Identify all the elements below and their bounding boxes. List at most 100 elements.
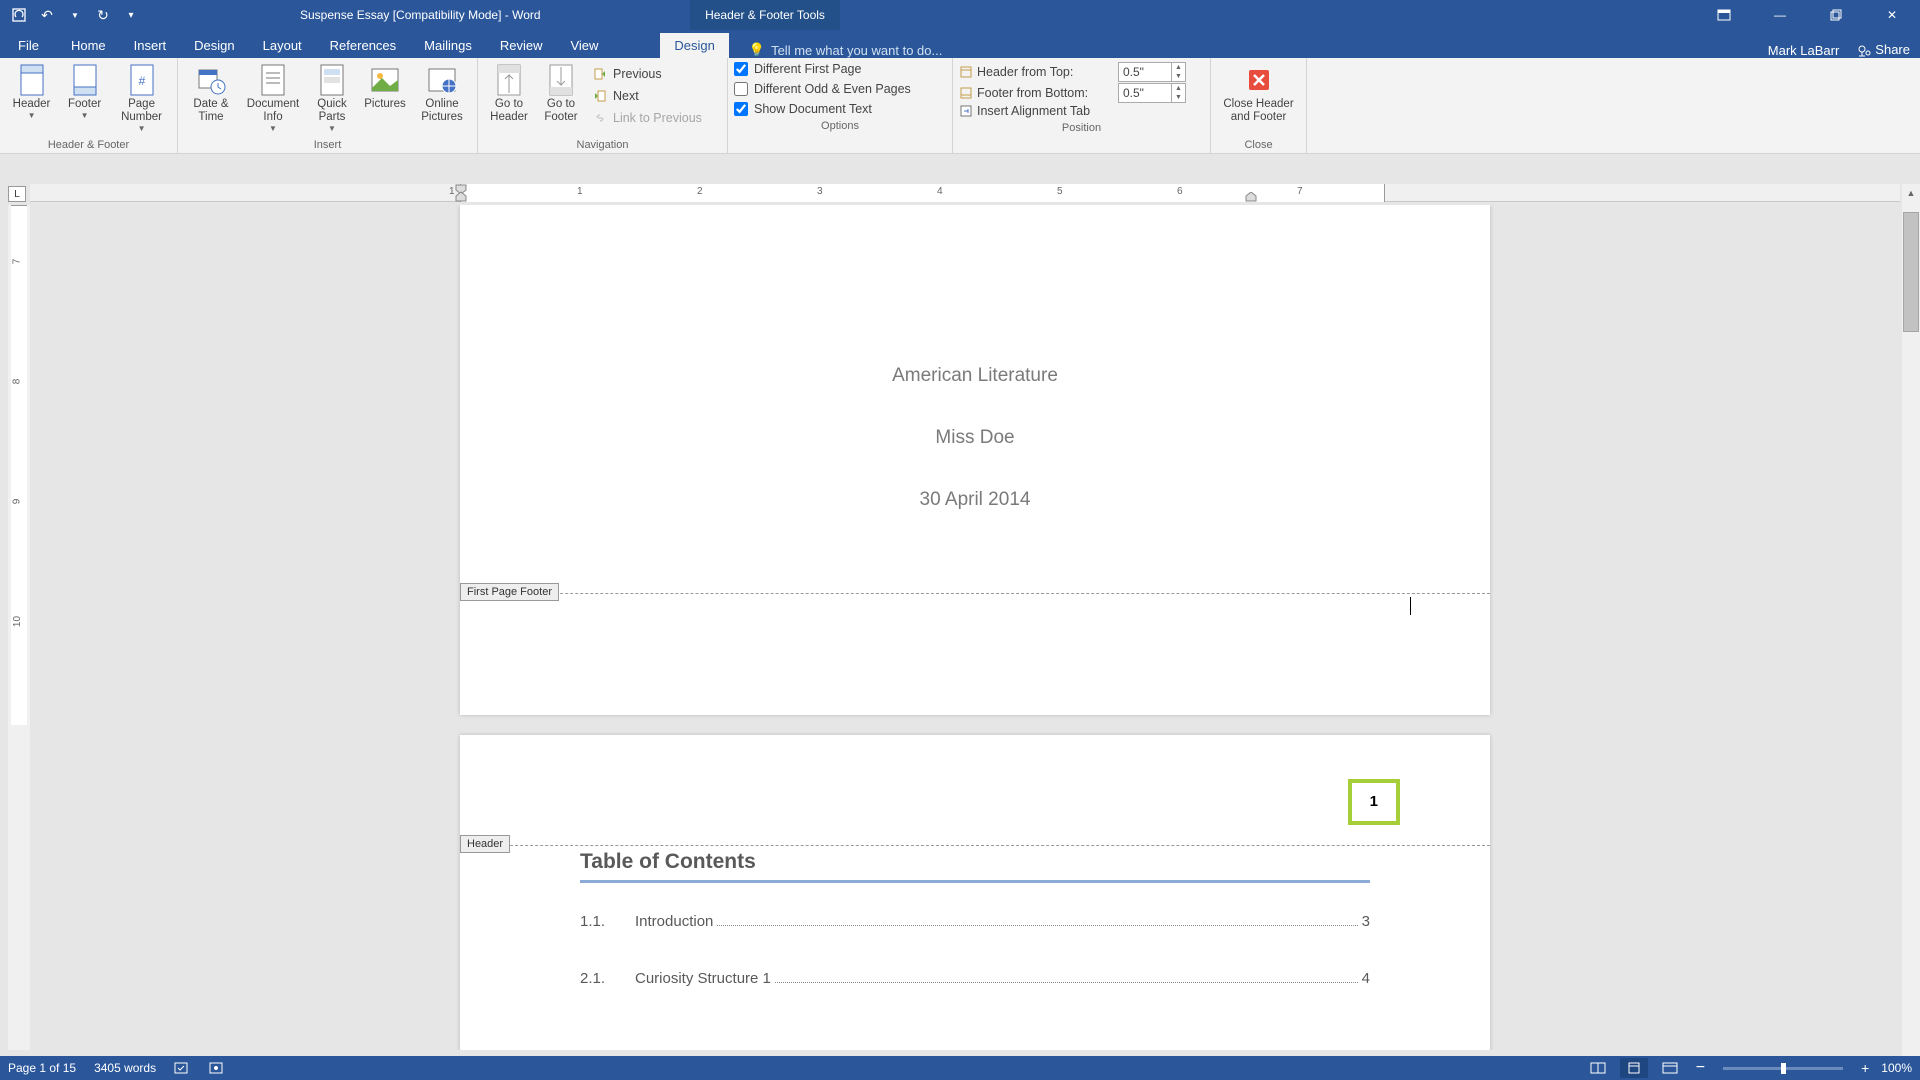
svg-text:#: # — [138, 74, 145, 88]
previous-icon — [592, 66, 608, 82]
vertical-ruler[interactable]: 7 8 9 10 — [8, 205, 30, 1050]
body-text: American Literature — [580, 365, 1370, 387]
lightbulb-icon: 💡 — [749, 42, 765, 58]
ruler-tick: 2 — [697, 186, 703, 197]
group-label-options: Options — [728, 120, 952, 134]
footer-from-bottom-label: Footer from Bottom: — [959, 86, 1114, 100]
date-time-button[interactable]: Date & Time — [184, 62, 238, 124]
footer-button[interactable]: Footer▼ — [59, 62, 110, 120]
tell-me-placeholder: Tell me what you want to do... — [771, 43, 942, 58]
spin-down-icon[interactable]: ▼ — [1172, 93, 1185, 102]
minimize-button[interactable]: — — [1752, 0, 1808, 30]
contextual-tab-label: Header & Footer Tools — [690, 0, 840, 30]
spin-up-icon[interactable]: ▲ — [1172, 84, 1185, 93]
web-layout-button[interactable] — [1656, 1058, 1684, 1078]
ribbon-display-options[interactable] — [1696, 0, 1752, 30]
goto-header-button[interactable]: Go to Header — [484, 62, 534, 124]
horizontal-ruler[interactable]: 1 1 2 3 4 5 6 7 — [30, 184, 1900, 202]
body-text: Miss Doe — [580, 427, 1370, 449]
scrollbar-thumb[interactable] — [1903, 212, 1919, 332]
page-number-highlight: 1 — [1348, 779, 1400, 825]
maximize-button[interactable] — [1808, 0, 1864, 30]
zoom-out-button[interactable]: − — [1692, 1059, 1709, 1077]
autosave-icon[interactable] — [8, 4, 30, 26]
previous-button[interactable]: Previous — [588, 64, 706, 84]
link-to-previous-button[interactable]: Link to Previous — [588, 108, 706, 128]
zoom-slider[interactable] — [1723, 1067, 1843, 1070]
pictures-button[interactable]: Pictures — [358, 62, 412, 111]
different-first-page-checkbox[interactable]: Different First Page — [734, 62, 946, 76]
ruler-tick: 1 — [577, 186, 583, 197]
page-number-button[interactable]: # Page Number▼ — [112, 62, 171, 133]
print-layout-button[interactable] — [1620, 1058, 1648, 1078]
group-label-position: Position — [953, 122, 1210, 136]
tab-home[interactable]: Home — [57, 33, 120, 58]
ruler-tick: 4 — [937, 186, 943, 197]
first-page-footer-tag: First Page Footer — [460, 583, 559, 601]
user-name[interactable]: Mark LaBarr — [1768, 43, 1840, 58]
page-2[interactable]: 1 Header Table of Contents 1.1. Introduc… — [460, 735, 1490, 1050]
toc-rule — [580, 880, 1370, 883]
document-area[interactable]: American Literature Miss Doe 30 April 20… — [30, 205, 1900, 1050]
scroll-up-icon[interactable]: ▲ — [1902, 184, 1920, 202]
tab-selector[interactable]: L — [8, 186, 26, 202]
tab-layout[interactable]: Layout — [249, 33, 316, 58]
header-from-top-label: Header from Top: — [959, 65, 1114, 79]
group-label-close: Close — [1211, 139, 1306, 153]
share-button[interactable]: Share — [1857, 42, 1910, 58]
close-button[interactable]: ✕ — [1864, 0, 1920, 30]
page-1[interactable]: American Literature Miss Doe 30 April 20… — [460, 205, 1490, 715]
group-label-hf: Header & Footer — [0, 139, 177, 153]
toc-row: 2.1. Curiosity Structure 1 4 — [580, 970, 1370, 987]
vertical-scrollbar[interactable]: ▲ — [1902, 184, 1920, 1056]
tell-me-search[interactable]: 💡 Tell me what you want to do... — [729, 42, 942, 58]
macro-icon[interactable] — [208, 1061, 224, 1075]
tab-view[interactable]: View — [556, 33, 612, 58]
ruler-tick: 5 — [1057, 186, 1063, 197]
tab-design[interactable]: Design — [180, 33, 248, 58]
ruler-tick: 6 — [1177, 186, 1183, 197]
toc-row: 1.1. Introduction 3 — [580, 913, 1370, 930]
close-header-footer-button[interactable]: Close Header and Footer — [1217, 62, 1300, 124]
word-count[interactable]: 3405 words — [94, 1061, 156, 1075]
read-mode-button[interactable] — [1584, 1058, 1612, 1078]
spin-down-icon[interactable]: ▼ — [1172, 72, 1185, 81]
tab-file[interactable]: File — [0, 33, 57, 58]
ruler-tick: 7 — [1297, 186, 1303, 197]
show-document-text-checkbox[interactable]: Show Document Text — [734, 102, 946, 116]
group-label-nav: Navigation — [478, 139, 727, 153]
tab-references[interactable]: References — [316, 33, 410, 58]
zoom-level[interactable]: 100% — [1881, 1061, 1912, 1075]
document-title: Suspense Essay [Compatibility Mode] - Wo… — [300, 8, 541, 22]
indent-marker-icon[interactable] — [455, 184, 467, 202]
undo-dropdown[interactable]: ▼ — [64, 4, 86, 26]
qat-customize[interactable]: ▾ — [120, 4, 142, 26]
zoom-in-button[interactable]: + — [1857, 1060, 1873, 1076]
online-pictures-button[interactable]: Online Pictures — [414, 62, 470, 124]
tab-review[interactable]: Review — [486, 33, 557, 58]
tab-mailings[interactable]: Mailings — [410, 33, 486, 58]
body-text: 30 April 2014 — [580, 489, 1370, 511]
right-indent-marker-icon[interactable] — [1245, 192, 1257, 202]
redo-button[interactable]: ↻ — [92, 4, 114, 26]
undo-button[interactable]: ↶ — [36, 4, 58, 26]
tab-hf-design[interactable]: Design — [660, 33, 728, 58]
page-indicator[interactable]: Page 1 of 15 — [8, 1061, 76, 1075]
quick-parts-button[interactable]: Quick Parts▼ — [308, 62, 356, 133]
footer-from-bottom-input[interactable]: 0.5"▲▼ — [1118, 83, 1186, 103]
tab-insert[interactable]: Insert — [120, 33, 181, 58]
goto-footer-button[interactable]: Go to Footer — [536, 62, 586, 124]
spin-up-icon[interactable]: ▲ — [1172, 63, 1185, 72]
next-button[interactable]: Next — [588, 86, 706, 106]
group-label-insert: Insert — [178, 139, 477, 153]
insert-alignment-tab-button[interactable]: Insert Alignment Tab — [959, 104, 1204, 118]
header-from-top-input[interactable]: 0.5"▲▼ — [1118, 62, 1186, 82]
spellcheck-icon[interactable] — [174, 1061, 190, 1075]
ruler-tick: 3 — [817, 186, 823, 197]
document-info-button[interactable]: Document Info▼ — [240, 62, 306, 133]
toc-title: Table of Contents — [580, 850, 1370, 874]
header-button[interactable]: Header▼ — [6, 62, 57, 120]
different-odd-even-checkbox[interactable]: Different Odd & Even Pages — [734, 82, 946, 96]
next-icon — [592, 88, 608, 104]
text-cursor — [1410, 597, 1411, 615]
